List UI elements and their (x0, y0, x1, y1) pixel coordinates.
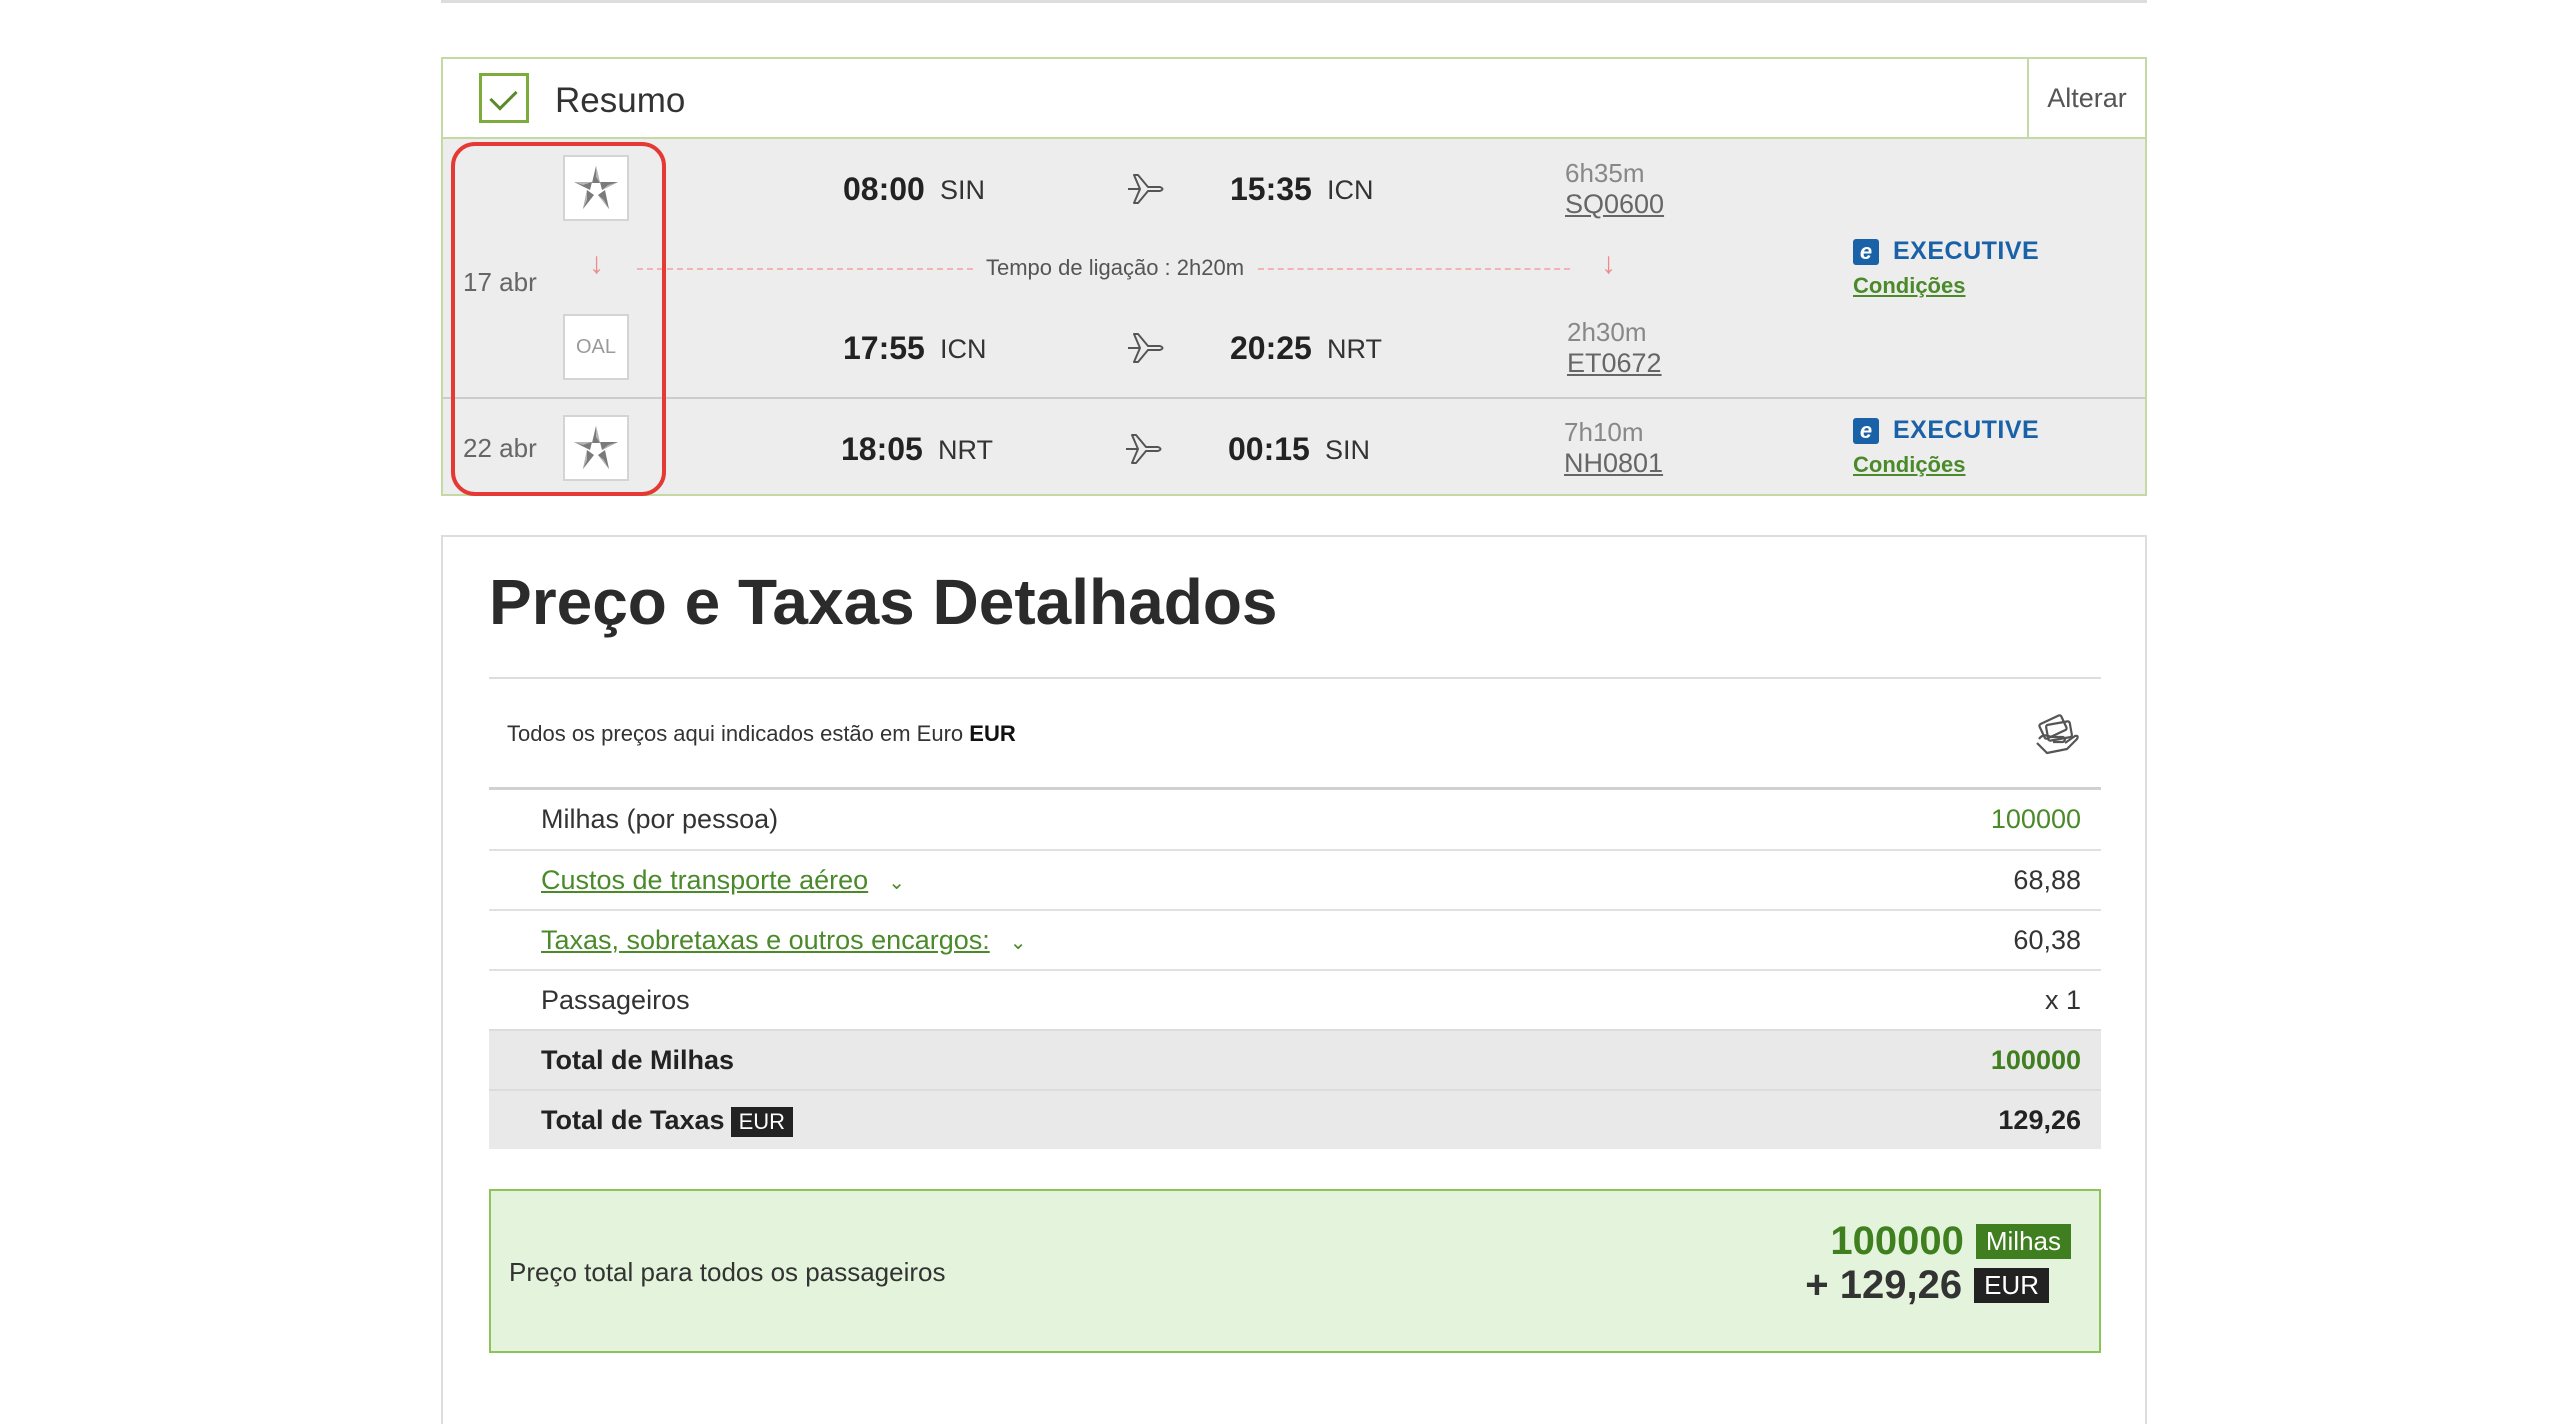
table-row: Taxas, sobretaxas e outros encargos: ⌄ 60… (489, 909, 2101, 969)
row-label: Passageiros (541, 985, 690, 1015)
inbound-depart-code: NRT (938, 435, 994, 465)
total-taxes-label: Total de Taxas (541, 1105, 725, 1135)
currency-code: EUR (969, 721, 1016, 746)
leg1-duration: 6h35m (1565, 158, 1645, 188)
chevron-down-icon: ⌄ (888, 872, 905, 894)
leg2-duration: 2h30m (1567, 317, 1647, 347)
row-label: Taxas, sobretaxas e outros encargos: (541, 925, 990, 955)
cabin-label: EXECUTIVE (1893, 237, 2040, 265)
executive-icon: e (1853, 238, 1879, 265)
inbound-conditions-link[interactable]: Condições (1853, 452, 1965, 478)
outbound-conditions-link[interactable]: Condições (1853, 273, 1965, 299)
leg1-arrive-time: 15:35 (1230, 171, 1312, 207)
currency-note: Todos os preços aqui indicados estão em … (507, 721, 1016, 747)
total-miles-row: Total de Milhas 100000 (489, 1029, 2101, 1089)
leg2-depart-code: ICN (940, 334, 987, 364)
taxes-toggle[interactable]: Taxas, sobretaxas e outros encargos: ⌄ (541, 925, 1027, 956)
price-card: Preço e Taxas Detalhados Todos os preços… (441, 535, 2147, 1424)
currency-badge: EUR (730, 1106, 794, 1137)
row-label: Total de Taxas EUR (541, 1105, 794, 1137)
annotation-highlight (451, 142, 666, 496)
plane-icon (1128, 333, 1164, 363)
row-label: Custos de transporte aéreo (541, 865, 869, 895)
inbound-arrive-code: SIN (1325, 435, 1371, 465)
check-icon (479, 73, 529, 123)
layover-dash-left (637, 268, 973, 270)
leg1-depart-code: SIN (940, 175, 986, 205)
price-title: Preço e Taxas Detalhados (489, 566, 1278, 638)
row-value: 68,88 (2013, 865, 2081, 895)
summary-header: Resumo Alterar (443, 59, 2145, 139)
inbound-arrive-time: 00:15 (1228, 431, 1310, 467)
miles-badge: Milhas (1975, 1224, 2071, 1259)
cabin-label: EXECUTIVE (1893, 416, 2040, 444)
change-button[interactable]: Alterar (2027, 59, 2145, 137)
layover-dash-right (1258, 268, 1570, 270)
grand-total-box: Preço total para todos os passageiros 10… (489, 1189, 2101, 1353)
leg1-arrive-code: ICN (1327, 175, 1374, 205)
row-value: x 1 (2044, 985, 2081, 1015)
executive-icon: e (1853, 417, 1879, 444)
chevron-down-icon: ⌄ (1009, 932, 1027, 954)
layover-time: Tempo de ligação : 2h20m (986, 255, 1245, 280)
leg2-arrive-time: 20:25 (1230, 330, 1312, 366)
leg2-arrive-code: NRT (1327, 334, 1383, 364)
row-value: 60,38 (2013, 925, 2081, 955)
inbound-depart-time: 18:05 (841, 431, 923, 467)
summary-title: Resumo (555, 81, 686, 120)
plane-icon (1128, 174, 1164, 204)
currency-badge: EUR (1974, 1268, 2049, 1303)
outbound-cabin: e EXECUTIVE (1853, 237, 2039, 266)
row-label: Milhas (por pessoa) (541, 804, 779, 834)
currency-note-text: Todos os preços aqui indicados estão em … (507, 721, 964, 746)
plane-icon (1126, 434, 1162, 464)
inbound-duration: 7h10m (1564, 417, 1644, 447)
row-value: 100000 (1990, 1045, 2081, 1075)
arrow-down-icon: ↓ (1601, 247, 1616, 280)
grand-miles-value: 100000 (1830, 1219, 1964, 1263)
segment-divider (443, 397, 2145, 399)
grand-total-eur: + 129,26 EUR (1805, 1263, 2049, 1308)
top-divider (441, 0, 2147, 3)
inbound-flight-number[interactable]: NH0801 (1564, 448, 1663, 479)
row-value: 129,26 (1998, 1105, 2081, 1135)
grand-total-miles: 100000 Milhas (1830, 1219, 2071, 1264)
leg2-depart-time: 17:55 (843, 330, 925, 366)
table-row: Custos de transporte aéreo ⌄ 68,88 (489, 849, 2101, 909)
title-divider (489, 677, 2101, 679)
grand-total-label: Preço total para todos os passageiros (509, 1257, 946, 1287)
grand-eur-value: + 129,26 (1805, 1263, 1963, 1307)
transport-costs-toggle[interactable]: Custos de transporte aéreo ⌄ (541, 865, 905, 896)
money-icon (2036, 714, 2079, 755)
summary-card: Resumo Alterar 17 abr 08:00 SIN 15:35 IC… (441, 57, 2147, 496)
inbound-cabin: e EXECUTIVE (1853, 416, 2039, 445)
leg2-flight-number[interactable]: ET0672 (1567, 348, 1662, 379)
table-row: Milhas (por pessoa) 100000 (489, 787, 2101, 849)
price-breakdown: Milhas (por pessoa) 100000 Custos de tra… (489, 787, 2101, 1149)
row-label: Total de Milhas (541, 1045, 735, 1075)
leg1-flight-number[interactable]: SQ0600 (1565, 189, 1664, 220)
leg1-depart-time: 08:00 (843, 171, 925, 207)
row-value: 100000 (1990, 804, 2081, 834)
table-row: Passageiros x 1 (489, 969, 2101, 1029)
total-taxes-row: Total de Taxas EUR 129,26 (489, 1089, 2101, 1149)
